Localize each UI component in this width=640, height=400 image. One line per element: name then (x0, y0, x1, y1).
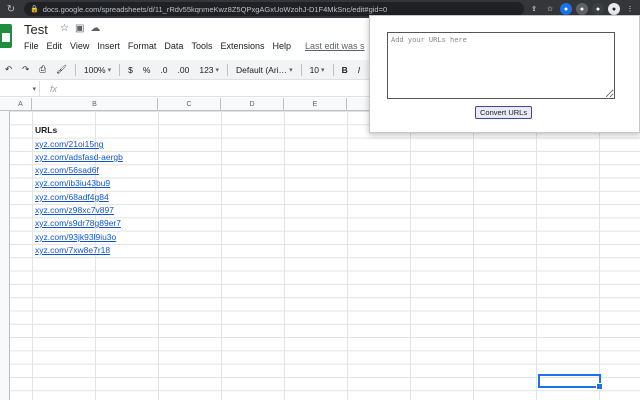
menu-extensions[interactable]: Extensions (220, 41, 264, 51)
menu-bar: File Edit View Insert Format Data Tools … (24, 41, 373, 51)
toolbar-divider (332, 63, 334, 76)
extension-popup: Convert URLs (369, 15, 640, 133)
toolbar-divider (119, 63, 121, 76)
url-link[interactable]: xyz.com/ib3iu43bu9 (35, 178, 110, 188)
reload-icon[interactable]: ↻ (4, 2, 18, 16)
menu-insert[interactable]: Insert (97, 41, 120, 51)
column-header-a[interactable]: A (10, 98, 32, 111)
screen: ↻ 🔒 docs.google.com/spreadsheets/d/11_rR… (0, 0, 640, 400)
url-link[interactable]: xyz.com/s9dr78g89er7 (35, 218, 121, 228)
extension-icon-3[interactable]: ● (592, 3, 604, 15)
column-header-d[interactable]: D (221, 98, 284, 111)
move-folder-icon[interactable]: ▣ (75, 23, 84, 34)
paint-format-icon[interactable]: 🖌 (56, 64, 67, 75)
row-headers[interactable] (0, 111, 10, 400)
extension-icon-4[interactable]: ● (608, 3, 620, 15)
star-icon[interactable]: ☆ (544, 3, 556, 15)
extension-icon-1[interactable]: ● (560, 3, 572, 15)
fx-icon: fx (50, 83, 58, 94)
menu-help[interactable]: Help (272, 41, 291, 51)
italic-button[interactable]: I (358, 65, 360, 75)
sheets-logo[interactable] (0, 24, 12, 48)
lock-icon: 🔒 (30, 6, 39, 13)
print-icon[interactable]: ⎙ (39, 64, 46, 75)
zoom-select[interactable]: 100% (84, 65, 111, 75)
url-field[interactable]: 🔒 docs.google.com/spreadsheets/d/11_rRdv… (24, 2, 524, 16)
toolbar-divider (300, 63, 302, 76)
menu-edit[interactable]: Edit (47, 41, 63, 51)
decrease-decimal-button[interactable]: .0 (160, 65, 167, 75)
toolbar-divider (227, 63, 229, 76)
star-icon[interactable]: ☆ (60, 23, 69, 34)
share-icon[interactable]: ⇪ (528, 3, 540, 15)
font-size-select[interactable]: 10 (310, 65, 325, 75)
more-formats-select[interactable]: 123 (199, 65, 219, 75)
url-link[interactable]: xyz.com/93jk93l9iu3o (35, 232, 116, 242)
url-link[interactable]: xyz.com/68adf4g84 (35, 192, 109, 202)
column-header-c[interactable]: C (158, 98, 221, 111)
menu-view[interactable]: View (70, 41, 89, 51)
url-text: docs.google.com/spreadsheets/d/11_rRdv55… (42, 4, 388, 14)
url-link[interactable]: xyz.com/21oi15ng (35, 139, 104, 149)
column-header-b[interactable]: B (32, 98, 158, 111)
menu-file[interactable]: File (24, 41, 39, 51)
menu-data[interactable]: Data (164, 41, 183, 51)
bold-button[interactable]: B (342, 65, 348, 75)
url-link[interactable]: xyz.com/7xw8e7r18 (35, 245, 110, 255)
urls-textarea[interactable] (387, 32, 615, 99)
font-select[interactable]: Default (Ari… (236, 65, 293, 75)
increase-decimal-button[interactable]: .00 (178, 65, 190, 75)
column-header-e[interactable]: E (284, 98, 347, 111)
currency-button[interactable]: $ (128, 65, 133, 75)
title-icons: ☆ ▣ ☁ (60, 23, 100, 34)
redo-icon[interactable]: ↷ (22, 64, 29, 75)
toolbar-divider (74, 63, 76, 76)
cell-b2-header[interactable]: URLs (35, 125, 57, 135)
menu-tools[interactable]: Tools (191, 41, 212, 51)
name-box[interactable]: ▾ (0, 80, 40, 97)
url-link[interactable]: xyz.com/56sad6f (35, 165, 99, 175)
url-link[interactable]: xyz.com/z98xc7v897 (35, 205, 114, 215)
selected-cell[interactable] (538, 374, 603, 390)
last-edit-link[interactable]: Last edit was s (305, 41, 365, 51)
document-title[interactable]: Test (24, 22, 48, 37)
cloud-status-icon[interactable]: ☁ (90, 23, 100, 34)
menu-format[interactable]: Format (128, 41, 157, 51)
url-link[interactable]: xyz.com/adsfasd-aergb (35, 152, 123, 162)
puzzle-icon[interactable]: ⋮ (624, 3, 636, 15)
convert-urls-button[interactable]: Convert URLs (475, 106, 533, 119)
extension-icon-2[interactable]: ● (576, 3, 588, 15)
undo-icon[interactable]: ↶ (5, 64, 12, 75)
percent-button[interactable]: % (143, 65, 151, 75)
